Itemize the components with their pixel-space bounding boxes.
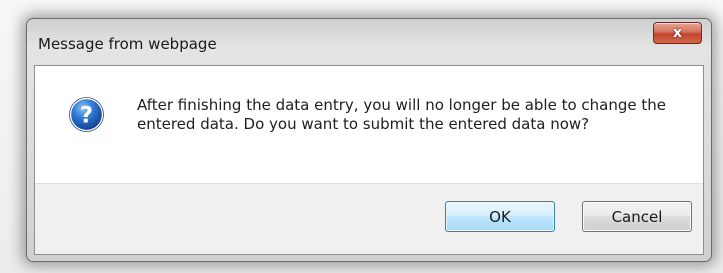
dialog-message: After finishing the data entry, you will… bbox=[137, 96, 666, 133]
question-icon: ? bbox=[69, 97, 104, 132]
close-button[interactable]: x bbox=[653, 22, 702, 44]
svg-text:?: ? bbox=[80, 102, 93, 128]
dialog-titlebar[interactable]: Message from webpage x bbox=[27, 19, 711, 65]
dialog-title: Message from webpage bbox=[38, 35, 217, 53]
ok-button[interactable]: OK bbox=[445, 201, 555, 232]
close-icon: x bbox=[672, 25, 683, 41]
footer-divider bbox=[35, 183, 703, 184]
dialog-body: ? After finishing the data entry, you wi… bbox=[34, 65, 704, 255]
message-dialog: Message from webpage x ? After finishing… bbox=[26, 18, 712, 262]
message-area: ? After finishing the data entry, you wi… bbox=[35, 66, 703, 183]
cancel-button[interactable]: Cancel bbox=[582, 201, 692, 232]
